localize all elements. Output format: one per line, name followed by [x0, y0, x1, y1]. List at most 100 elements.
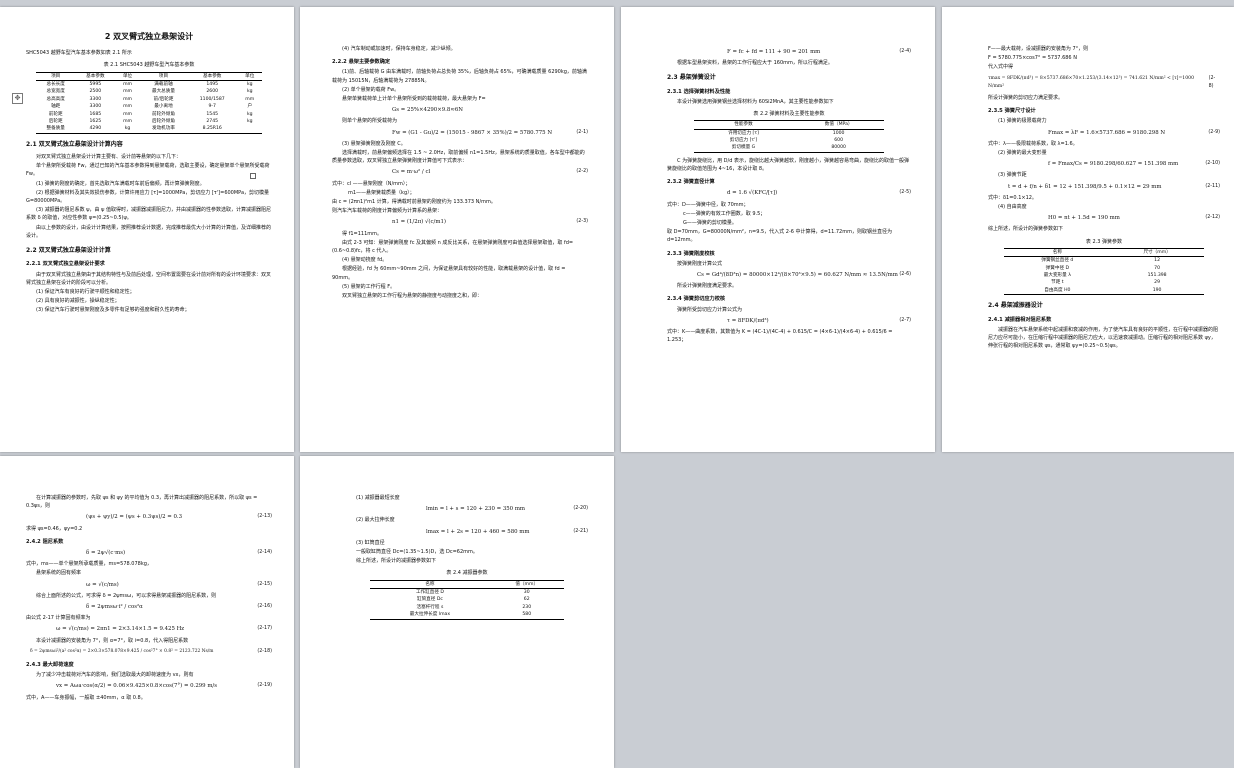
table-cell: 活塞杆行程 s: [416, 604, 444, 610]
table-cell: mm: [123, 96, 133, 102]
equation-number: (2-18): [257, 648, 272, 654]
paragraph: 综上所述，所设计的减振器参数如下: [356, 558, 437, 565]
definition-line: 式中：δ1=0.1×12。: [988, 194, 1037, 201]
table-move-handle-icon[interactable]: ✥: [12, 93, 23, 104]
equation: (ψs + ψy)/2 = (ψs + 0.3ψs)/2 = 0.3 (2-13): [26, 513, 272, 521]
equation-number: (2-4): [899, 49, 911, 54]
document-page-6: (1) 减振器最短长度 lmin = l + s = 120 + 230 = 3…: [300, 456, 614, 768]
table-caption: 表 2.2 弹簧材料及主要性能参数: [753, 111, 825, 118]
table-row: 后轮距 1625 mm 后轮外倾角 2745 kg: [36, 118, 262, 125]
definition-line: 则汽车汽车载荷的刚度计算偏频为计算系的悬架：: [332, 208, 443, 215]
table-cell: 总宽宽度: [46, 89, 65, 95]
equation-number: (2-8): [1208, 75, 1216, 89]
table-row: 总宽宽度 2500 mm 最大总质量 2600 kg: [36, 88, 262, 95]
spring-material-table: 性能参数 数值（MPa） 许用切应力 [τ] 1000 剪切应力 [τ'] 600 剪…: [693, 120, 885, 153]
table-header-cell: 名称: [1004, 247, 1111, 258]
table-cell: 230: [522, 604, 532, 610]
paragraph: 则单个悬架的所受载荷为: [342, 118, 398, 125]
table-header-row: 项目 基本参数 单位 项目 基本参数 单位: [35, 71, 263, 82]
table-cell: 4290: [75, 125, 116, 134]
subsection-heading: 2.3.1 选择弹簧材料及性能: [667, 88, 731, 95]
equation: H0 = nt + 1.5d = 190 mm (2-12): [988, 214, 1220, 222]
table-cell: 弹簧钢丝直径 d: [1041, 258, 1074, 264]
table-cell: 1100/1587: [199, 96, 225, 102]
paragraph: 由公式 2-17 计算固有频率为: [26, 615, 91, 622]
table-cell: 前轮距: [48, 111, 63, 117]
table-row: 前轮距 1685 mm 前轮外倾角 1545 kg: [36, 111, 262, 118]
equation-body: τmax = 8FDK/(πd³) = 8×5737.686×70×1.253/…: [988, 75, 1194, 89]
equation: δ = 2ψmsω·i² / cos²α (2-16): [26, 603, 272, 611]
paragraph: (1) 保证汽车有良好的行驶平顺性和稳定性；: [36, 288, 135, 295]
equation-body: Cs = Gd⁴/(8D³n) = 80000×12⁴/(8×70³×9.5) …: [697, 272, 898, 279]
paragraph: 代入式中得: [988, 64, 1014, 71]
table-header-cell: 基本参数: [187, 71, 238, 82]
equation-body: Fmax = λF = 1.6×5737.686 = 9180.298 N: [1048, 129, 1166, 136]
table-cell: 前轮外倾角: [151, 111, 175, 117]
table-header-cell: 项目: [35, 71, 76, 82]
paragraph: (1) 弹簧的极限载荷力: [998, 118, 1047, 125]
table-row: 剪切应力 [τ'] 600: [694, 137, 884, 144]
table-cell: 600: [834, 138, 844, 144]
subsection-heading: 2.2.1 双叉臂式独立悬架设计要求: [26, 261, 105, 268]
table-header-row: 名称 尺寸（mm）: [1004, 247, 1204, 258]
paragraph: 一般取缸筒直径 Dc=(1.35~1.5)D，选 Dc=62mm。: [356, 549, 478, 556]
paragraph: (3) 缸筒直径: [356, 539, 385, 546]
table-header-cell: 数值（MPa）: [793, 120, 885, 130]
equation: lmin = l + s = 120 + 230 = 350 mm (2-20): [346, 505, 588, 513]
table-row: 工作缸直径 D 30: [370, 589, 564, 597]
paragraph: (4) 自由高度: [998, 204, 1027, 211]
table-row: 最大拉伸长度 lmax 580: [370, 611, 564, 620]
equation-body: lmin = l + s = 120 + 230 = 350 mm: [426, 506, 526, 513]
paragraph: 根据经验，fd 为 60mm~90mm 之间，为保证悬架具有较好的性能，取满载悬…: [332, 266, 566, 281]
paragraph: C 为弹簧旋绕比，用 D/d 表示，旋绕比越大弹簧越软，刚度越小，弹簧越容易弯曲…: [667, 157, 909, 173]
paragraph: 弹簧所受剪切应力计算公式为: [677, 306, 743, 313]
equation: n1 = (1/2π) √(c/m1) (2-3): [332, 218, 588, 226]
document-page-1: ✥ 2 双叉臂式独立悬架设计 SHC5043 越野车型汽车基本参数如表 2.1 …: [0, 7, 294, 452]
table-header-cell: 项目: [139, 71, 188, 82]
table-cell: 前/后轮距: [153, 96, 174, 102]
subsection-heading: 2.4.1 减振器相对阻尼系数: [988, 316, 1052, 323]
equation: vx = Aωa·cos(α/2) = 0.06×9.425×0.8×cos(7…: [26, 682, 272, 690]
table-cell: 许用切应力 [τ]: [728, 130, 759, 136]
subsection-heading: 2.3.4 弹簧剪切应力校核: [667, 296, 726, 303]
table-header-cell: 性能参数: [693, 120, 794, 130]
definition-line: m1——悬架簧载质量（kg）；: [348, 189, 415, 196]
paragraph: F——最大载荷，设减振器的安装角为 7°，则: [988, 46, 1089, 52]
subsection-heading: 2.4.2 阻尼系数: [26, 538, 64, 545]
table-cell: mm: [123, 89, 133, 95]
paragraph: (3) 保证汽车行驶时悬架刚度及多零件有足够的强度和耐久性的寿命；: [36, 307, 190, 314]
definition-line: 由 c = (2πn1)²m1 计算，得满载时前悬架的刚度约为 133.373 …: [332, 199, 496, 206]
table-cell: 151.398: [1147, 273, 1167, 279]
table-cell: 节距 t: [1051, 280, 1064, 286]
document-page-5: 在计算减振器的参数时，先取 ψs 和 ψy 的平均值为 0.3，再计算出减振器的…: [0, 456, 294, 768]
paragraph: 由式 2-3 可知：悬架弹簧刚度 fc 及其偏频 n 成反比关系，在悬架弹簧刚度…: [332, 239, 574, 255]
table-header-row: 名称 值（mm）: [370, 579, 564, 590]
table-header-cell: 尺寸（mm）: [1110, 247, 1204, 258]
table-cell: 9-7: [208, 104, 216, 110]
paragraph: (2) 根据弹簧材料及其失效损伤参数，计算许用应力 [τ]=1000MPa，剪切…: [26, 189, 270, 205]
table-header-row: 性能参数 数值（MPa）: [693, 120, 885, 130]
table-cell: 户: [247, 104, 253, 110]
table-header-cell: 单位: [115, 71, 140, 82]
equation-number: (2-20): [573, 506, 588, 512]
paragraph: (2) 弹簧的最大变形量: [998, 150, 1047, 157]
table-cell: 29: [1154, 280, 1161, 286]
table-cell: 剪切应力 [τ']: [729, 138, 758, 144]
table-row: 许用切应力 [τ] 1000: [694, 129, 884, 137]
definition-line: 悬架系统的固有频率: [36, 570, 82, 577]
equation-body: Gs = 25%×4290×9.8≈6N: [392, 107, 463, 114]
equation-number: (2-21): [573, 528, 588, 534]
damper-parameters-table: 名称 值（mm） 工作缸直径 D 30 缸筒直径 Dc 62 活塞杆行程 s 230 最…: [370, 579, 564, 620]
subsection-heading: 2.3.3 弹簧刚度校核: [667, 250, 715, 257]
chapter-title: 2 双叉臂式独立悬架设计: [104, 32, 194, 41]
table-row: 最大变形量 λ 151.398: [1004, 272, 1204, 279]
table-caption: 表 2.3 弹簧参数: [1085, 238, 1123, 245]
paragraph: 由于双叉臂式独立悬架由于其结构特性与及前后处理，空间布置需要在设计前对所有的设计…: [26, 271, 272, 286]
table-cell: 5995: [89, 82, 102, 88]
equation-body: τ = 8FDK/(πd³): [727, 317, 769, 324]
definition-line: 式中：λ——极限载荷系数，取 λ=1.6。: [988, 140, 1078, 147]
table-caption: 表 2.1 SHC5043 越野车型汽车基本参数: [103, 62, 195, 69]
table-cell: 发动机功率: [139, 125, 188, 134]
paragraph: (1)前、后轴载荷 G 由车满载时，前轴负荷占总负荷 35%，后轴负荷占 65%…: [332, 69, 587, 84]
table-cell: 总高高度: [46, 96, 65, 102]
